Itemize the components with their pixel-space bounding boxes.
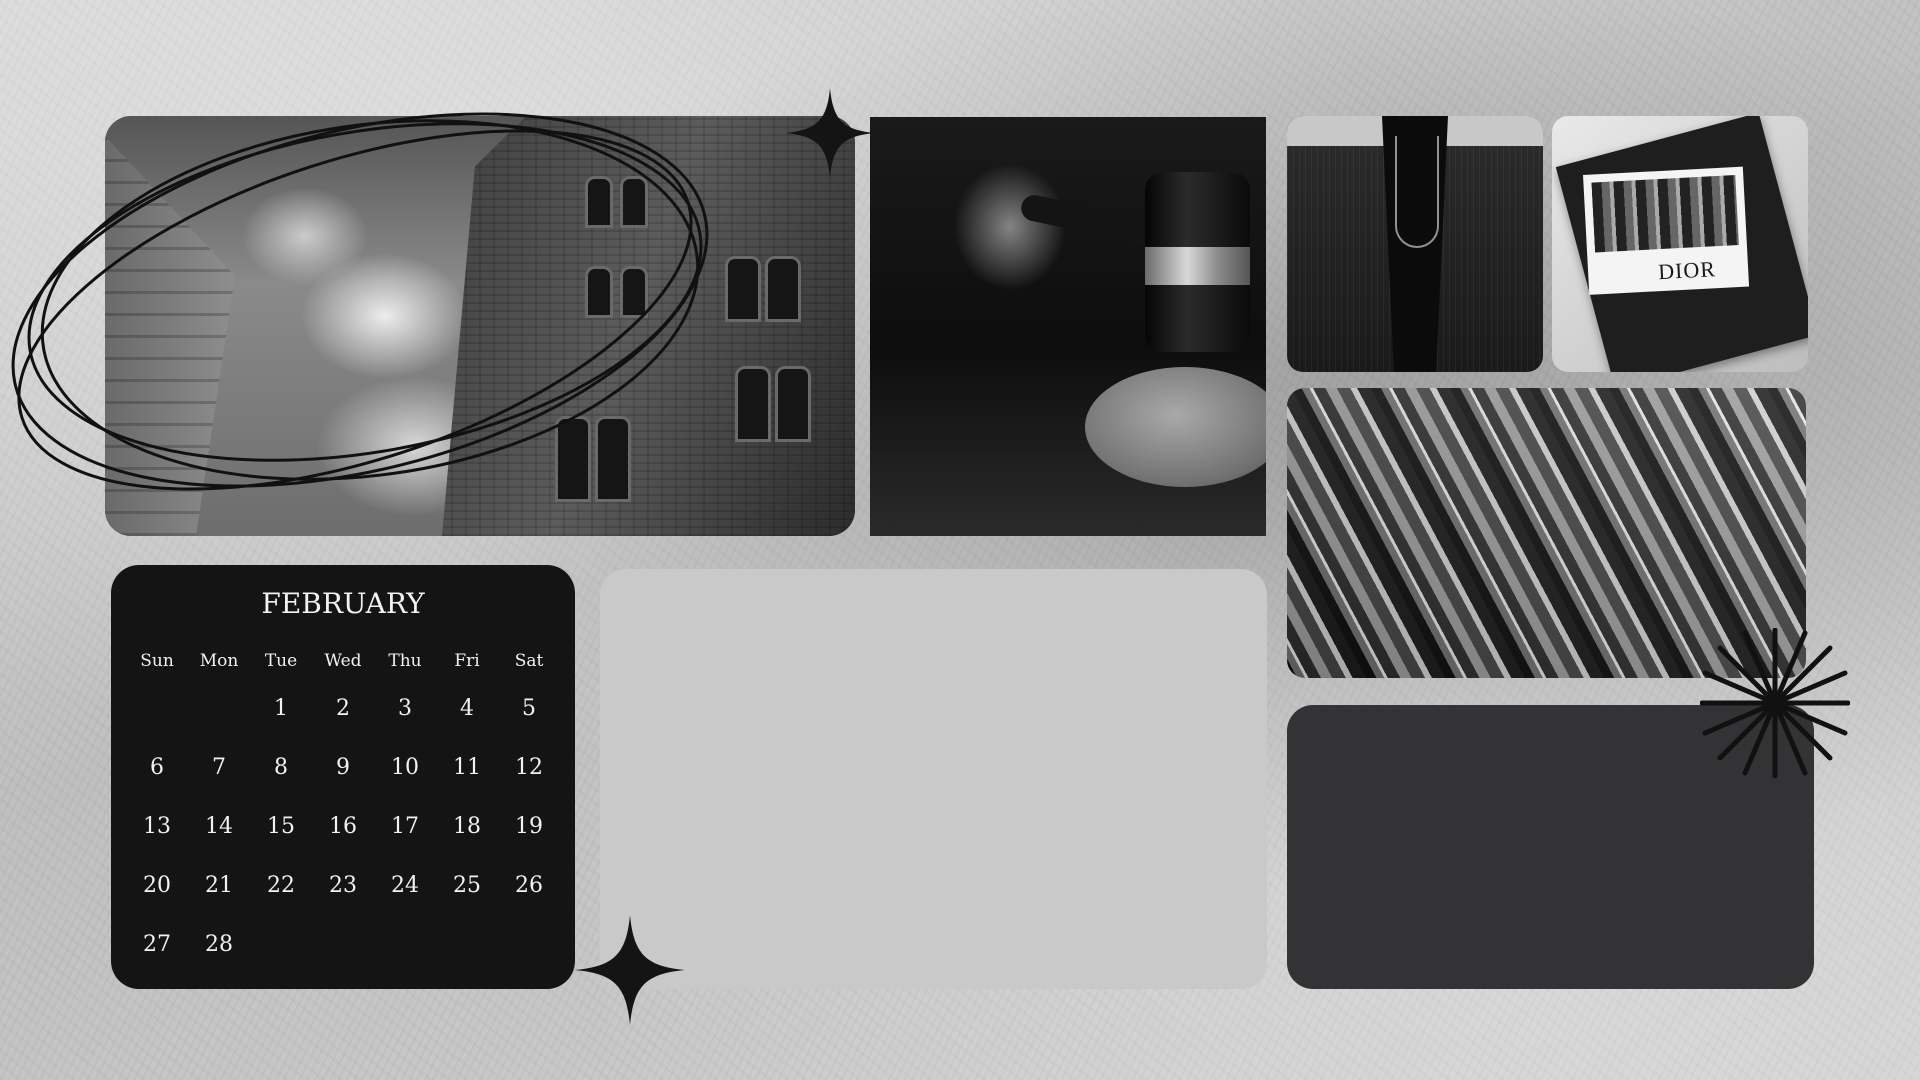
calendar-day[interactable]: 26 xyxy=(498,856,560,915)
calendar-blank-cell xyxy=(188,679,250,738)
sparkle-icon xyxy=(575,915,685,1025)
starburst-icon xyxy=(1700,628,1850,778)
weekday-header: Tue xyxy=(264,651,298,671)
calendar-day[interactable]: 19 xyxy=(498,797,560,856)
calendar-day[interactable]: 11 xyxy=(436,738,498,797)
weekday-header: Thu xyxy=(388,651,422,671)
calendar-day[interactable]: 10 xyxy=(374,738,436,797)
calendar-grid: Sun Mon Tue Wed Thu Fri Sat 1 2 3 4 5 6 7 8 9 10 11 12 13 14… xyxy=(126,643,560,974)
calendar-day[interactable]: 2 xyxy=(312,679,374,738)
calendar-blank-cell xyxy=(126,679,188,738)
gavel-sound-block xyxy=(1085,367,1266,487)
calendar-day[interactable]: 17 xyxy=(374,797,436,856)
blazer-necklace xyxy=(1395,136,1439,248)
calendar-day[interactable]: 24 xyxy=(374,856,436,915)
weekday-header: Sun xyxy=(140,651,174,671)
calendar-day[interactable]: 25 xyxy=(436,856,498,915)
calendar-day[interactable]: 16 xyxy=(312,797,374,856)
calendar-day[interactable]: 18 xyxy=(436,797,498,856)
weekday-header: Mon xyxy=(199,651,239,671)
calendar-day[interactable]: 1 xyxy=(250,679,312,738)
calendar-day[interactable]: 9 xyxy=(312,738,374,797)
calendar-day[interactable]: 12 xyxy=(498,738,560,797)
magazine-cover: DIOR xyxy=(1583,166,1750,295)
calendar-day[interactable]: 13 xyxy=(126,797,188,856)
calendar-day[interactable]: 6 xyxy=(126,738,188,797)
calendar-month: FEBRUARY xyxy=(261,587,425,620)
calendar-day[interactable]: 3 xyxy=(374,679,436,738)
blazer-photo xyxy=(1287,116,1543,372)
calendar-day[interactable]: 15 xyxy=(250,797,312,856)
gavel-photo xyxy=(870,117,1266,536)
gavel-handle xyxy=(1018,192,1162,248)
calendar-day[interactable]: 14 xyxy=(188,797,250,856)
building-window xyxy=(765,256,801,322)
calendar-day[interactable]: 20 xyxy=(126,856,188,915)
sparkle-icon xyxy=(785,88,875,178)
gavel-band xyxy=(1145,247,1250,285)
magazine-cover-image xyxy=(1591,175,1739,253)
calendar-day[interactable]: 7 xyxy=(188,738,250,797)
calendar-day[interactable]: 21 xyxy=(188,856,250,915)
orbit-lines-decoration xyxy=(11,112,709,491)
calendar-day[interactable]: 8 xyxy=(250,738,312,797)
weekday-header: Wed xyxy=(324,651,362,671)
calendar-day[interactable]: 22 xyxy=(250,856,312,915)
magazine-photo: DIOR xyxy=(1552,116,1808,372)
calendar-widget: FEBRUARY Sun Mon Tue Wed Thu Fri Sat 1 2 3 4 5 6 7 8 9 1… xyxy=(111,565,575,989)
calendar-day[interactable]: 5 xyxy=(498,679,560,738)
weekday-header: Sat xyxy=(514,651,544,671)
calendar-day[interactable]: 27 xyxy=(126,915,188,974)
calendar-day[interactable]: 4 xyxy=(436,679,498,738)
magazine-brand: DIOR xyxy=(1657,256,1717,285)
calendar-day[interactable]: 28 xyxy=(188,915,250,974)
magazine-card: DIOR xyxy=(1555,116,1808,372)
weekday-header: Fri xyxy=(454,651,480,671)
notes-panel xyxy=(600,569,1267,989)
calendar-day[interactable]: 23 xyxy=(312,856,374,915)
building-window xyxy=(775,366,811,442)
